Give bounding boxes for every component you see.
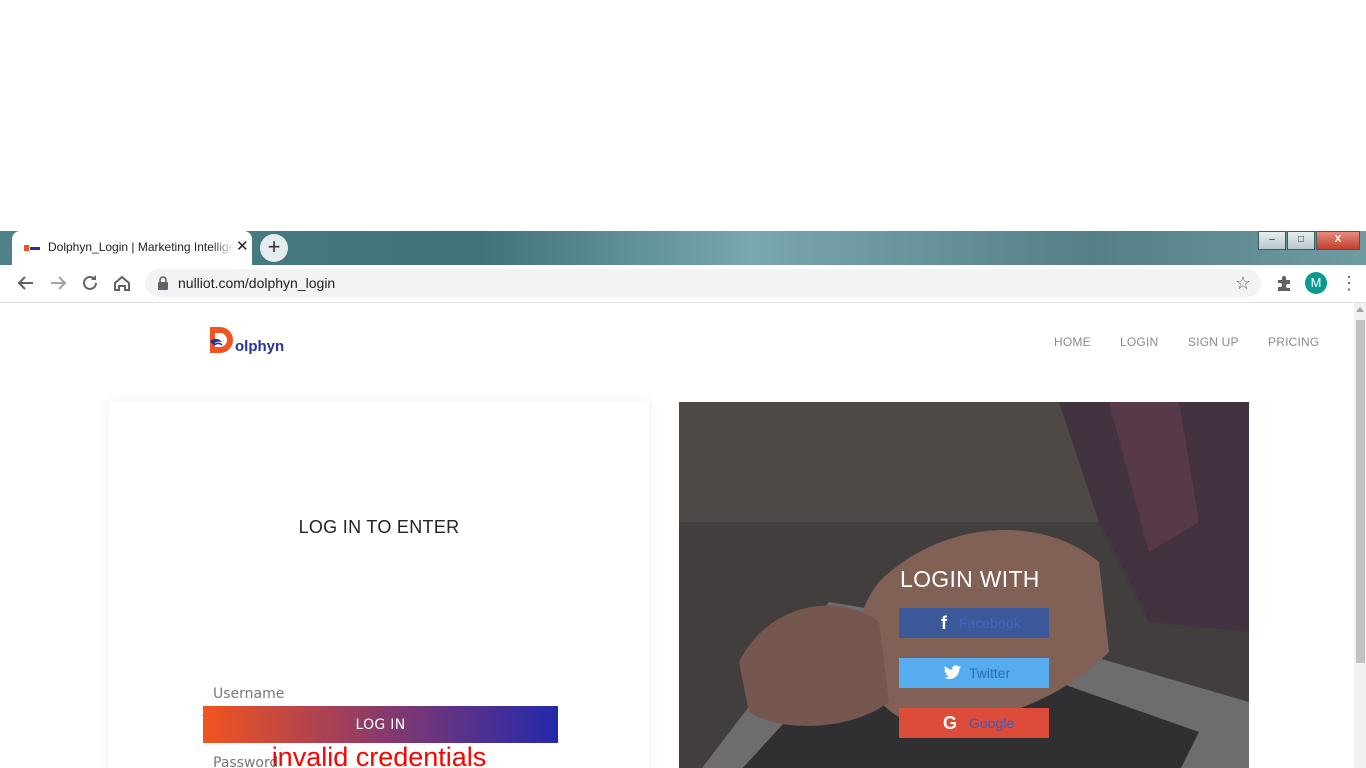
close-window-button[interactable]: X — [1316, 231, 1360, 250]
browser-tab[interactable]: Dolphyn_Login | Marketing Intelligence ✕ — [12, 231, 252, 265]
dolphyn-logo-icon — [210, 327, 233, 353]
maximize-button[interactable]: □ — [1287, 231, 1315, 250]
scroll-thumb[interactable] — [1356, 320, 1365, 663]
login-with-title: LOGIN WITH — [900, 566, 1040, 592]
twitter-icon — [944, 665, 961, 680]
hero-image-panel: LOGIN WITH f Facebook Twitter G Google — [679, 402, 1249, 768]
google-login-button[interactable]: G Google — [899, 708, 1049, 738]
address-bar[interactable]: nulliot.com/dolphyn_login ☆ — [145, 269, 1261, 297]
dolphyn-favicon-icon — [24, 245, 40, 251]
scroll-up-arrow-icon[interactable] — [1356, 307, 1364, 312]
browser-menu-icon[interactable]: ⋮ — [1340, 272, 1358, 294]
twitter-login-button[interactable]: Twitter — [899, 658, 1049, 688]
login-card-title: LOG IN TO ENTER — [298, 517, 460, 537]
profile-avatar[interactable]: M — [1305, 272, 1327, 294]
window-controls: – □ X — [1257, 231, 1360, 250]
page-viewport: olphyn HOME LOGIN SIGN UP PRICING LOG IN… — [0, 303, 1366, 768]
error-message: invalid credentials — [271, 742, 487, 768]
tab-close-icon[interactable]: ✕ — [236, 238, 249, 256]
facebook-label: Facebook — [959, 615, 1021, 631]
nav-sign-up[interactable]: SIGN UP — [1188, 335, 1239, 349]
home-icon[interactable] — [111, 272, 133, 294]
lock-icon[interactable] — [157, 276, 169, 290]
url-text[interactable]: nulliot.com/dolphyn_login — [178, 275, 335, 291]
tab-title: Dolphyn_Login | Marketing Intelligence — [48, 240, 234, 254]
facebook-login-button[interactable]: f Facebook — [899, 608, 1049, 638]
reload-icon[interactable] — [79, 272, 101, 294]
twitter-label: Twitter — [969, 665, 1011, 681]
back-arrow-icon[interactable] — [15, 272, 37, 294]
browser-toolbar: nulliot.com/dolphyn_login ☆ M ⋮ — [0, 265, 1366, 303]
nav-login[interactable]: LOGIN — [1120, 335, 1158, 349]
google-label: Google — [969, 715, 1015, 731]
browser-tab-strip: Dolphyn_Login | Marketing Intelligence ✕… — [0, 231, 1366, 265]
minimize-button[interactable]: – — [1258, 231, 1286, 250]
google-icon: G — [942, 713, 957, 733]
forward-arrow-icon[interactable] — [47, 272, 69, 294]
logo-wordmark: olphyn — [235, 338, 285, 355]
extensions-icon[interactable] — [1275, 274, 1293, 292]
nav-pricing[interactable]: PRICING — [1268, 335, 1319, 349]
login-card: LOG IN TO ENTER LOG IN invalid credentia… — [109, 402, 649, 768]
bookmark-star-icon[interactable]: ☆ — [1235, 273, 1251, 293]
nav-home[interactable]: HOME — [1054, 335, 1091, 349]
dolphyn-logo[interactable]: olphyn — [208, 325, 298, 359]
page-scrollbar[interactable] — [1354, 303, 1366, 768]
facebook-icon: f — [941, 613, 947, 633]
login-button[interactable]: LOG IN — [203, 706, 558, 743]
new-tab-button[interactable]: + — [260, 234, 288, 262]
